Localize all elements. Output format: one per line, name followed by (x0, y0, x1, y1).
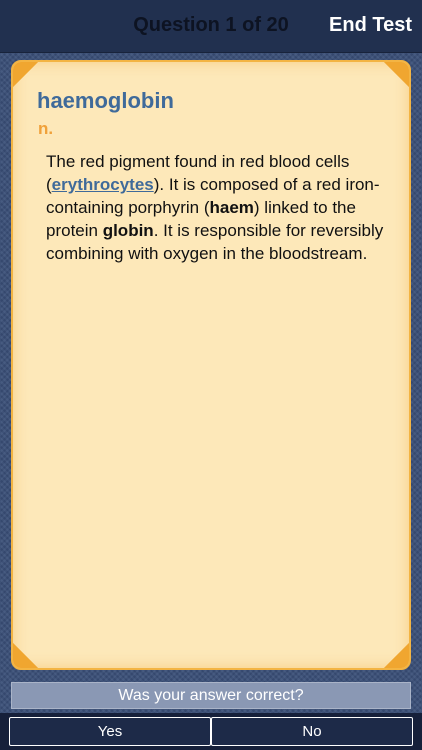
end-test-button[interactable]: End Test (329, 14, 412, 37)
card-corner-decoration (379, 62, 409, 92)
card-corner-decoration (379, 638, 409, 668)
answer-buttons-bar: Yes No (0, 713, 422, 750)
flashcard: haemoglobin n. The red pigment found in … (11, 60, 411, 670)
term-heading: haemoglobin (37, 88, 174, 113)
top-bar: Question 1 of 20 End Test (0, 0, 422, 53)
definition-text: The red pigment found in red blood cells… (46, 150, 386, 265)
part-of-speech: n. (38, 119, 54, 138)
definition-bold-term: haem (209, 198, 254, 217)
card-corner-decoration (13, 638, 43, 668)
no-button[interactable]: No (211, 717, 413, 746)
erythrocytes-link[interactable]: erythrocytes (52, 175, 154, 194)
answer-prompt: Was your answer correct? (11, 682, 411, 709)
yes-button[interactable]: Yes (9, 717, 211, 746)
definition-bold-term: globin (102, 221, 154, 240)
